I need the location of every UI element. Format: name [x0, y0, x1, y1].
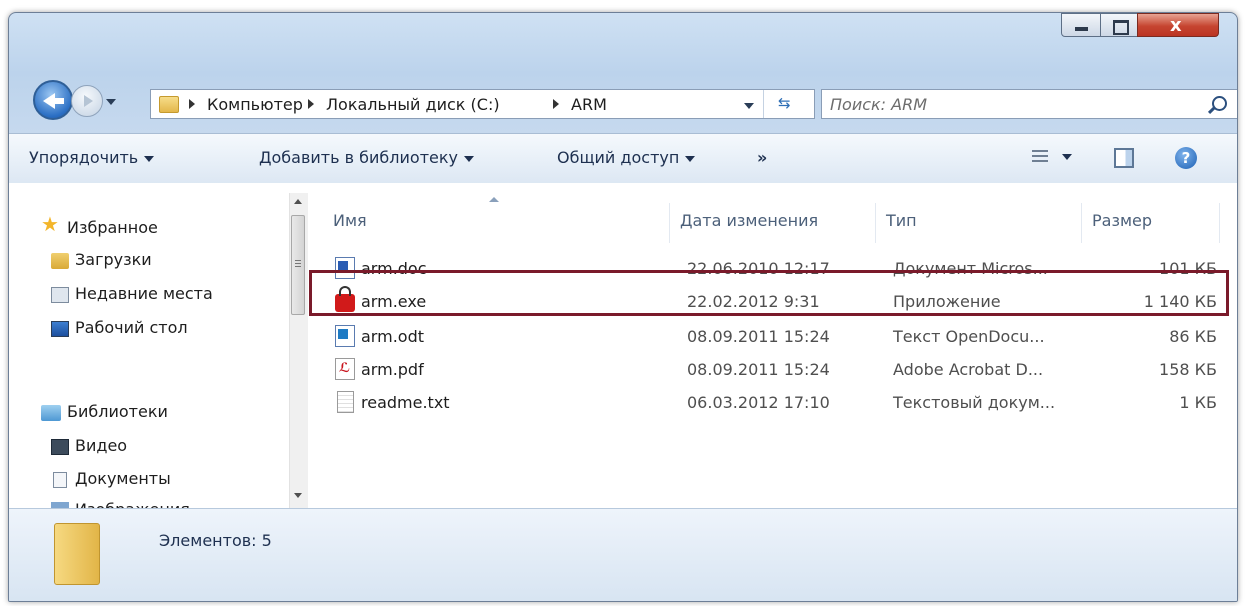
search-placeholder: Поиск: ARM — [830, 95, 928, 114]
help-icon[interactable]: ? — [1175, 147, 1197, 169]
items-count: Элементов: 5 — [159, 531, 272, 550]
column-divider[interactable] — [1219, 203, 1220, 243]
search-icon-handle — [1207, 106, 1216, 115]
pdf-icon-glyph: ℒ — [339, 361, 351, 376]
forward-button[interactable] — [71, 85, 103, 117]
file-row[interactable]: readme.txt 06.03.2012 17:10 Текстовый до… — [309, 387, 1237, 419]
odt-icon — [335, 325, 355, 347]
refresh-button[interactable]: ⇆ — [763, 90, 816, 118]
organize-button[interactable]: Упорядочить — [29, 148, 155, 167]
nav-desktop[interactable]: Рабочий стол — [75, 318, 188, 337]
minimize-icon — [1075, 27, 1088, 31]
highlight-frame — [309, 270, 1229, 316]
nav-scrollbar-thumb[interactable] — [291, 215, 305, 315]
share-button[interactable]: Общий доступ — [557, 148, 696, 167]
file-type: Текстовый докум... — [893, 393, 1056, 412]
nav-libraries[interactable]: Библиотеки — [67, 402, 168, 421]
chevron-down-icon — [685, 155, 696, 162]
file-size: 1 КБ — [1179, 393, 1217, 412]
folder-large-icon — [54, 523, 100, 585]
file-date: 08.09.2011 15:24 — [687, 360, 830, 379]
add-to-library-button[interactable]: Добавить в библиотеку — [259, 148, 474, 167]
desktop-icon — [51, 321, 69, 337]
column-divider[interactable] — [669, 203, 670, 243]
maximize-icon — [1113, 20, 1129, 35]
breadcrumb-local-disk[interactable]: Локальный диск (C:) — [326, 95, 500, 114]
maximize-button[interactable] — [1100, 13, 1138, 37]
text-file-icon — [337, 391, 354, 413]
odt-icon-badge — [338, 329, 348, 339]
preview-pane-icon[interactable] — [1114, 148, 1134, 168]
grip-icon — [295, 260, 301, 267]
file-name: arm.pdf — [361, 360, 424, 379]
file-list: Имя Дата изменения Тип Размер arm.doc 22… — [309, 183, 1237, 508]
navigation-pane: ★ Избранное Загрузки Недавние места Рабо… — [9, 183, 310, 508]
recent-places-icon — [51, 287, 69, 303]
breadcrumb-arrow-icon — [553, 99, 559, 109]
address-bar[interactable]: Компьютер Локальный диск (C:) ARM ⇆ — [150, 89, 815, 119]
breadcrumb-arrow-icon — [308, 99, 314, 109]
sort-ascending-icon — [489, 197, 499, 202]
column-header-size[interactable]: Размер — [1092, 211, 1152, 230]
chevron-down-icon — [1062, 154, 1072, 160]
file-row[interactable]: ℒ arm.pdf 08.09.2011 15:24 Adobe Acrobat… — [309, 354, 1237, 386]
file-date: 08.09.2011 15:24 — [687, 327, 830, 346]
address-dropdown-icon[interactable] — [744, 103, 754, 109]
details-pane: Элементов: 5 — [9, 508, 1237, 601]
breadcrumb-arrow-icon — [189, 99, 195, 109]
nav-video[interactable]: Видео — [75, 436, 127, 455]
file-date: 06.03.2012 17:10 — [687, 393, 830, 412]
favorites-star-icon: ★ — [41, 212, 59, 236]
nav-downloads[interactable]: Загрузки — [75, 250, 152, 269]
recent-pages-dropdown-icon[interactable] — [106, 99, 116, 105]
column-header-name[interactable]: Имя — [333, 211, 367, 230]
chevron-down-icon — [144, 155, 155, 162]
breadcrumb-arm[interactable]: ARM — [571, 95, 607, 114]
nav-recent-places[interactable]: Недавние места — [75, 284, 270, 303]
file-name: arm.odt — [361, 327, 424, 346]
close-icon: x — [1170, 15, 1182, 36]
file-size: 158 КБ — [1159, 360, 1217, 379]
close-button[interactable]: x — [1137, 13, 1219, 37]
scroll-up-icon[interactable] — [294, 199, 302, 204]
pdf-icon: ℒ — [335, 358, 355, 380]
view-list-icon — [1032, 150, 1048, 164]
back-button[interactable] — [33, 80, 73, 120]
video-icon — [51, 439, 69, 455]
file-size: 86 КБ — [1169, 327, 1217, 346]
breadcrumb-computer[interactable]: Компьютер — [207, 95, 303, 114]
file-type: Текст OpenDocu... — [893, 327, 1045, 346]
arrow-left-icon-shaft — [54, 98, 64, 104]
nav-documents[interactable]: Документы — [75, 469, 171, 488]
nav-favorites[interactable]: Избранное — [67, 218, 158, 237]
search-input[interactable]: Поиск: ARM — [821, 89, 1237, 119]
arrow-right-icon — [84, 95, 93, 107]
chevron-down-icon — [463, 155, 474, 162]
view-options-button[interactable] — [1032, 148, 1082, 172]
command-bar: Упорядочить Добавить в библиотеку Общий … — [9, 133, 1237, 185]
documents-icon — [53, 472, 67, 488]
file-type: Adobe Acrobat D... — [893, 360, 1044, 379]
organize-label: Упорядочить — [29, 148, 139, 167]
file-row[interactable]: arm.odt 08.09.2011 15:24 Текст OpenDocu.… — [309, 321, 1237, 353]
folder-icon — [159, 96, 179, 113]
column-header-type[interactable]: Тип — [886, 211, 917, 230]
more-commands-button[interactable]: » — [757, 148, 767, 167]
column-header-date[interactable]: Дата изменения — [680, 211, 818, 230]
minimize-button[interactable] — [1061, 13, 1101, 37]
column-divider[interactable] — [1081, 203, 1082, 243]
refresh-icon: ⇆ — [778, 94, 791, 112]
add-library-label: Добавить в библиотеку — [259, 148, 458, 167]
scroll-down-icon[interactable] — [294, 493, 302, 498]
libraries-icon — [41, 405, 61, 421]
downloads-folder-icon — [51, 253, 69, 269]
nav-images[interactable]: Изображения — [75, 500, 190, 508]
file-name: readme.txt — [361, 393, 450, 412]
column-divider[interactable] — [875, 203, 876, 243]
share-label: Общий доступ — [557, 148, 680, 167]
